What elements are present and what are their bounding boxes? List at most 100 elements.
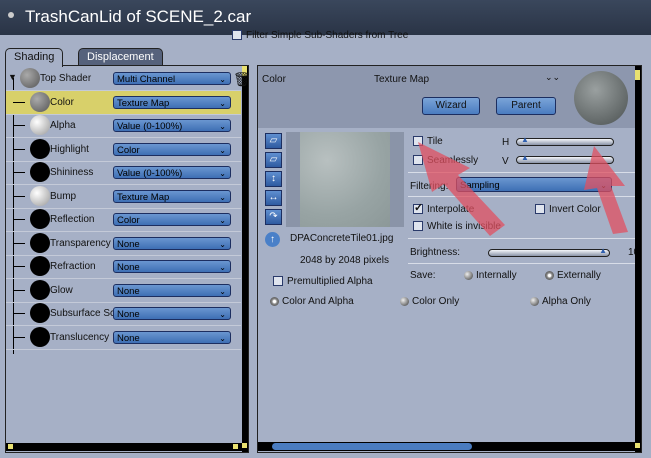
shader-ball-icon [20, 68, 40, 88]
interpolate-checkbox[interactable]: Interpolate [413, 201, 474, 215]
channel-type-dropdown[interactable]: None ⌄ [113, 283, 231, 297]
shader-tree-panel: ▼ Top Shader Multi Channel ⌄ Color Texture Ma… [5, 65, 249, 453]
vertical-scrollbar[interactable] [242, 66, 248, 452]
trash-icon[interactable]: 🗑 [233, 71, 251, 88]
label: Invert Color [549, 204, 601, 215]
value: None [117, 238, 140, 250]
tree-row[interactable]: ▼ Top Shader Multi Channel ⌄ [6, 67, 241, 91]
tree-row[interactable]: Alpha Value (0-100%) ⌄ [6, 114, 241, 138]
brightness-label: Brightness: [410, 247, 461, 258]
channel-label: Transparency [50, 237, 111, 249]
channel-label: Glow [50, 284, 73, 296]
tree-branch [13, 266, 25, 267]
tree-row[interactable]: Shininess Value (0-100%) ⌄ [6, 161, 241, 185]
v-slider[interactable]: ▲ [516, 153, 614, 164]
h-slider[interactable]: ▲ [516, 135, 614, 146]
shader-ball-icon [30, 115, 50, 135]
radio[interactable] [530, 296, 539, 306]
radio-alpha-only[interactable]: Alpha Only [530, 296, 591, 307]
chevron-down-icon: ⌄ [600, 181, 607, 190]
flip-horizontal-icon[interactable]: ↔ [265, 190, 282, 206]
tab-shading[interactable]: Shading [5, 48, 64, 67]
value: None [117, 262, 140, 273]
seamlessly-checkbox[interactable]: Seamlessly [413, 155, 478, 166]
tree-row[interactable]: Bump Texture Map ⌄ [6, 185, 241, 209]
channel-type-dropdown[interactable]: Texture Map ⌄ [113, 189, 231, 203]
radio[interactable] [545, 270, 554, 280]
horizontal-scrollbar[interactable] [6, 443, 242, 451]
texture-thumbnail [286, 132, 404, 227]
value: Color [117, 144, 140, 156]
tree-row[interactable]: Subsurface Sc None ⌄ [6, 302, 241, 326]
channel-type-dropdown[interactable]: Color ⌄ [113, 213, 231, 226]
chevron-down-icon: ⌄ [219, 145, 226, 155]
radio[interactable] [270, 296, 279, 306]
chevron-down-icon: ⌄ [219, 310, 226, 319]
checkbox[interactable] [535, 204, 545, 215]
rotate-icon[interactable]: ↷ [265, 209, 282, 225]
premultiplied-alpha-checkbox[interactable]: Premultiplied Alpha [273, 276, 373, 287]
value: Texture Map [117, 97, 170, 109]
filtering-dropdown[interactable]: Sampling ⌄ [456, 177, 612, 192]
brightness-slider[interactable]: ▲ [488, 246, 610, 257]
channel-type-dropdown[interactable]: Value (0-100%) ⌄ [113, 166, 231, 179]
vertical-scrollbar[interactable] [635, 66, 641, 452]
chevron-down-icon: ⌄ [219, 216, 226, 225]
label: Color Only [412, 296, 460, 307]
tree-row[interactable]: Transparency None ⌄ [6, 232, 241, 256]
wizard-button[interactable]: Wizard [422, 97, 480, 115]
checkbox[interactable] [273, 276, 283, 287]
checkbox[interactable] [413, 155, 423, 166]
channel-type-dropdown[interactable]: Value (0-100%) ⌄ [113, 119, 231, 132]
window-menu-icon[interactable] [8, 12, 14, 18]
save-label: Save: [410, 270, 436, 281]
open-folder-icon[interactable]: ▱ [265, 133, 282, 149]
channel-type-dropdown[interactable]: None ⌄ [113, 260, 231, 273]
channel-type-dropdown[interactable]: None ⌄ [113, 307, 231, 320]
channel-label: Highlight [50, 143, 89, 155]
tree-row[interactable]: Reflection Color ⌄ [6, 208, 241, 232]
filter-label: Filter Simple Sub-Shaders from Tree [246, 30, 409, 41]
tab-displacement[interactable]: Displacement [78, 48, 163, 66]
filter-checkbox[interactable]: Filter Simple Sub-Shaders from Tree [232, 30, 408, 41]
chevron-down-icon[interactable]: ⌄⌄ [545, 72, 560, 83]
invert-color-checkbox[interactable]: Invert Color [535, 204, 601, 215]
tree-branch [13, 219, 25, 220]
folder-icon[interactable]: ▱ [265, 152, 282, 168]
radio-color-and-alpha[interactable]: Color And Alpha [270, 296, 354, 307]
radio-internally[interactable]: Internally [464, 270, 517, 281]
channel-label: Shininess [50, 167, 94, 178]
checkbox[interactable] [232, 30, 242, 41]
scroll-thumb[interactable] [272, 443, 472, 450]
collapse-triangle-icon[interactable]: ▼ [8, 72, 17, 82]
radio-externally[interactable]: Externally [545, 270, 601, 281]
channel-type-dropdown[interactable]: Texture Map ⌄ [113, 95, 231, 109]
tile-checkbox[interactable]: Tile [413, 136, 443, 147]
radio[interactable] [464, 270, 473, 280]
channel-label: Subsurface Sc [50, 308, 116, 319]
horizontal-scrollbar[interactable] [258, 442, 635, 451]
radio-color-only[interactable]: Color Only [400, 296, 459, 307]
channel-label: Alpha [50, 120, 76, 131]
up-arrow-icon[interactable]: ↑ [265, 232, 280, 247]
shader-ball-icon [30, 256, 50, 276]
parent-button[interactable]: Parent [496, 97, 556, 115]
channel-type-dropdown[interactable]: Color ⌄ [113, 142, 231, 156]
tree-row[interactable]: Translucency None ⌄ [6, 326, 241, 350]
tree-branch [13, 125, 25, 126]
channel-type-dropdown[interactable]: None ⌄ [113, 330, 231, 344]
channel-type-dropdown[interactable]: None ⌄ [113, 236, 231, 250]
channel-type-dropdown[interactable]: Multi Channel ⌄ [113, 72, 231, 85]
radio[interactable] [400, 296, 409, 306]
checkbox[interactable] [413, 221, 423, 232]
tree-row[interactable]: Highlight Color ⌄ [6, 138, 241, 162]
flip-vertical-icon[interactable]: ↕ [265, 171, 282, 187]
channel-label: Reflection [50, 214, 95, 225]
tree-row[interactable]: Color Texture Map ⌄ [6, 90, 241, 115]
texture-size: 2048 by 2048 pixels [300, 255, 389, 266]
tree-row[interactable]: Refraction None ⌄ [6, 255, 241, 279]
checkbox[interactable] [413, 201, 423, 215]
checkbox[interactable] [413, 136, 423, 147]
white-invisible-checkbox[interactable]: White is invisible [413, 221, 501, 232]
tree-row[interactable]: Glow None ⌄ [6, 279, 241, 303]
